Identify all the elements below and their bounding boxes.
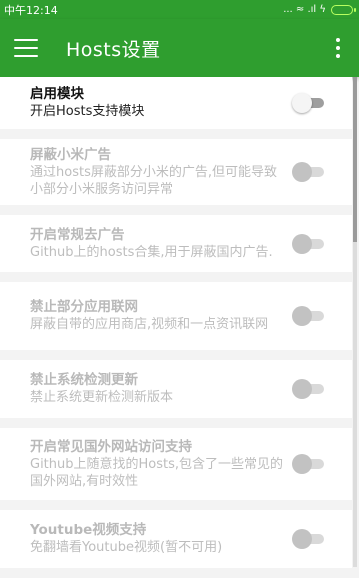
battery-icon <box>331 4 356 15</box>
youtube-switch[interactable] <box>292 528 324 550</box>
more-options-icon[interactable] <box>331 38 345 58</box>
setting-row-block-xiaomi-ads[interactable]: 屏蔽小米广告 通过hosts屏蔽部分小米的广告,但可能导致小部分小米服务访问异常 <box>0 139 352 205</box>
setting-title: 禁止部分应用联网 <box>30 299 138 315</box>
app-bar: Hosts设置 <box>0 19 359 77</box>
block-system-update-switch[interactable] <box>292 378 324 400</box>
setting-subtitle: 禁止系统更新检测新版本 <box>30 390 174 405</box>
setting-subtitle: Github上的hosts合集,用于屏蔽国内广告. <box>30 244 273 260</box>
setting-row-block-app-network[interactable]: 禁止部分应用联网 屏蔽自带的应用商店,视频和一点资讯联网 <box>0 282 352 350</box>
scrollbar[interactable] <box>353 77 357 567</box>
setting-subtitle: 通过hosts屏蔽部分小米的广告,但可能导致小部分小米服务访问异常 <box>30 164 277 197</box>
setting-row-general-adblock[interactable]: 开启常规去广告 Github上的hosts合集,用于屏蔽国内广告. <box>0 215 352 272</box>
enable-module-switch[interactable] <box>292 92 324 114</box>
setting-subtitle: 开启Hosts支持模块 <box>30 104 145 119</box>
setting-subtitle: 免翻墙看Youtube视频(暂不可用) <box>30 540 223 555</box>
status-indicator-icons: ... ≈ .ıl ϟ <box>283 4 326 15</box>
setting-title: 屏蔽小米广告 <box>30 146 111 163</box>
block-xiaomi-ads-switch[interactable] <box>292 161 324 183</box>
setting-title: 开启常见国外网站访问支持 <box>30 438 192 455</box>
setting-subtitle: Github上随意找的Hosts,包含了一些常见的国外网站,有时效性 <box>30 456 284 489</box>
setting-title: 启用模块 <box>30 86 84 102</box>
page-title: Hosts设置 <box>66 38 161 61</box>
setting-title: 开启常规去广告 <box>30 226 125 243</box>
hamburger-menu-icon[interactable] <box>14 39 38 57</box>
status-time: 中午12:14 <box>4 3 58 17</box>
block-app-network-switch[interactable] <box>292 305 324 327</box>
setting-row-foreign-sites[interactable]: 开启常见国外网站访问支持 Github上随意找的Hosts,包含了一些常见的国外… <box>0 428 352 500</box>
setting-title: 禁止系统检测更新 <box>30 372 138 388</box>
status-icons: ... ≈ .ıl ϟ <box>283 4 356 15</box>
setting-title: Youtube视频支持 <box>30 522 147 538</box>
scrollbar-thumb[interactable] <box>353 77 357 242</box>
setting-row-block-system-update[interactable]: 禁止系统检测更新 禁止系统更新检测新版本 <box>0 360 352 418</box>
foreign-sites-switch[interactable] <box>292 453 324 475</box>
setting-row-youtube[interactable]: Youtube视频支持 免翻墙看Youtube视频(暂不可用) <box>0 510 352 568</box>
setting-row-enable-module[interactable]: 启用模块 开启Hosts支持模块 <box>0 77 352 129</box>
setting-subtitle: 屏蔽自带的应用商店,视频和一点资讯联网 <box>30 317 269 332</box>
general-adblock-switch[interactable] <box>292 233 324 255</box>
settings-list: 启用模块 开启Hosts支持模块 屏蔽小米广告 通过hosts屏蔽部分小米的广告… <box>0 77 352 578</box>
status-bar: 中午12:14 ... ≈ .ıl ϟ <box>0 0 359 19</box>
